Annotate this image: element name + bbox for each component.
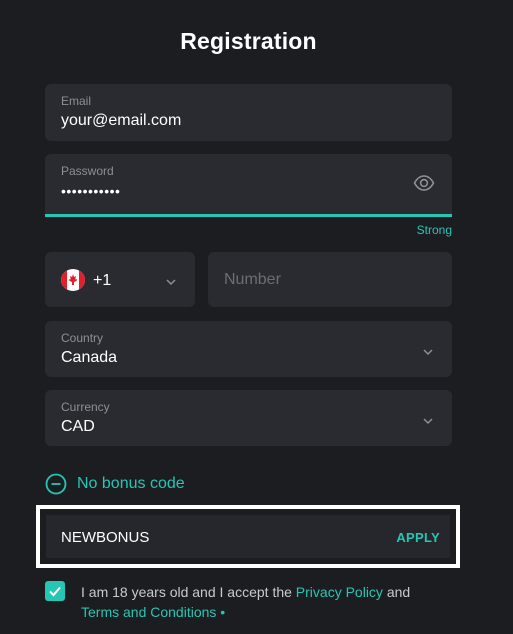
chevron-down-icon [423, 413, 433, 425]
password-label: Password [61, 164, 114, 178]
dial-code: +1 [93, 272, 112, 289]
phone-number-input[interactable] [224, 252, 434, 307]
country-value: Canada [61, 349, 118, 366]
consent-checkbox[interactable] [45, 581, 65, 601]
consent-text-middle: and [382, 584, 411, 600]
bonus-code-value[interactable]: NEWBONUS [61, 529, 149, 546]
country-label: Country [61, 331, 104, 345]
required-mark: • [216, 604, 226, 620]
password-value[interactable]: ••••••••••• [61, 183, 120, 199]
currency-label: Currency [61, 400, 110, 414]
email-value[interactable]: your@email.com [61, 112, 181, 130]
password-field[interactable]: Password ••••••••••• [45, 154, 452, 216]
country-select[interactable]: Country Canada [45, 321, 452, 377]
phone-code-select[interactable]: +1 [45, 252, 195, 307]
bonus-code-field[interactable]: NEWBONUS APPLY [46, 515, 450, 558]
no-bonus-code-toggle[interactable]: No bonus code [45, 472, 185, 496]
registration-page: Registration Email your@email.com Passwo… [0, 0, 513, 634]
privacy-policy-link[interactable]: Privacy Policy [296, 584, 383, 600]
email-label: Email [61, 94, 92, 108]
chevron-down-icon [166, 274, 176, 286]
page-title: Registration [180, 28, 317, 54]
apply-button[interactable]: APPLY [396, 530, 440, 545]
eye-icon[interactable] [413, 173, 435, 193]
minus-circle-icon [45, 473, 67, 495]
no-bonus-code-label: No bonus code [77, 475, 185, 492]
consent-text: I am 18 years old and I accept the Priva… [81, 582, 451, 622]
terms-link[interactable]: Terms and Conditions [81, 604, 216, 620]
password-strength-bar [45, 214, 452, 217]
consent-text-before: I am 18 years old and I accept the [81, 584, 296, 600]
chevron-down-icon [423, 344, 433, 356]
email-field[interactable]: Email your@email.com [45, 84, 452, 141]
currency-select[interactable]: Currency CAD [45, 390, 452, 446]
bonus-code-highlight: NEWBONUS APPLY [36, 505, 460, 568]
checkmark-icon [49, 586, 61, 597]
canada-flag-icon [61, 269, 85, 291]
currency-value: CAD [61, 418, 95, 435]
phone-number-field[interactable] [208, 252, 452, 307]
password-strength-label: Strong [416, 223, 452, 237]
